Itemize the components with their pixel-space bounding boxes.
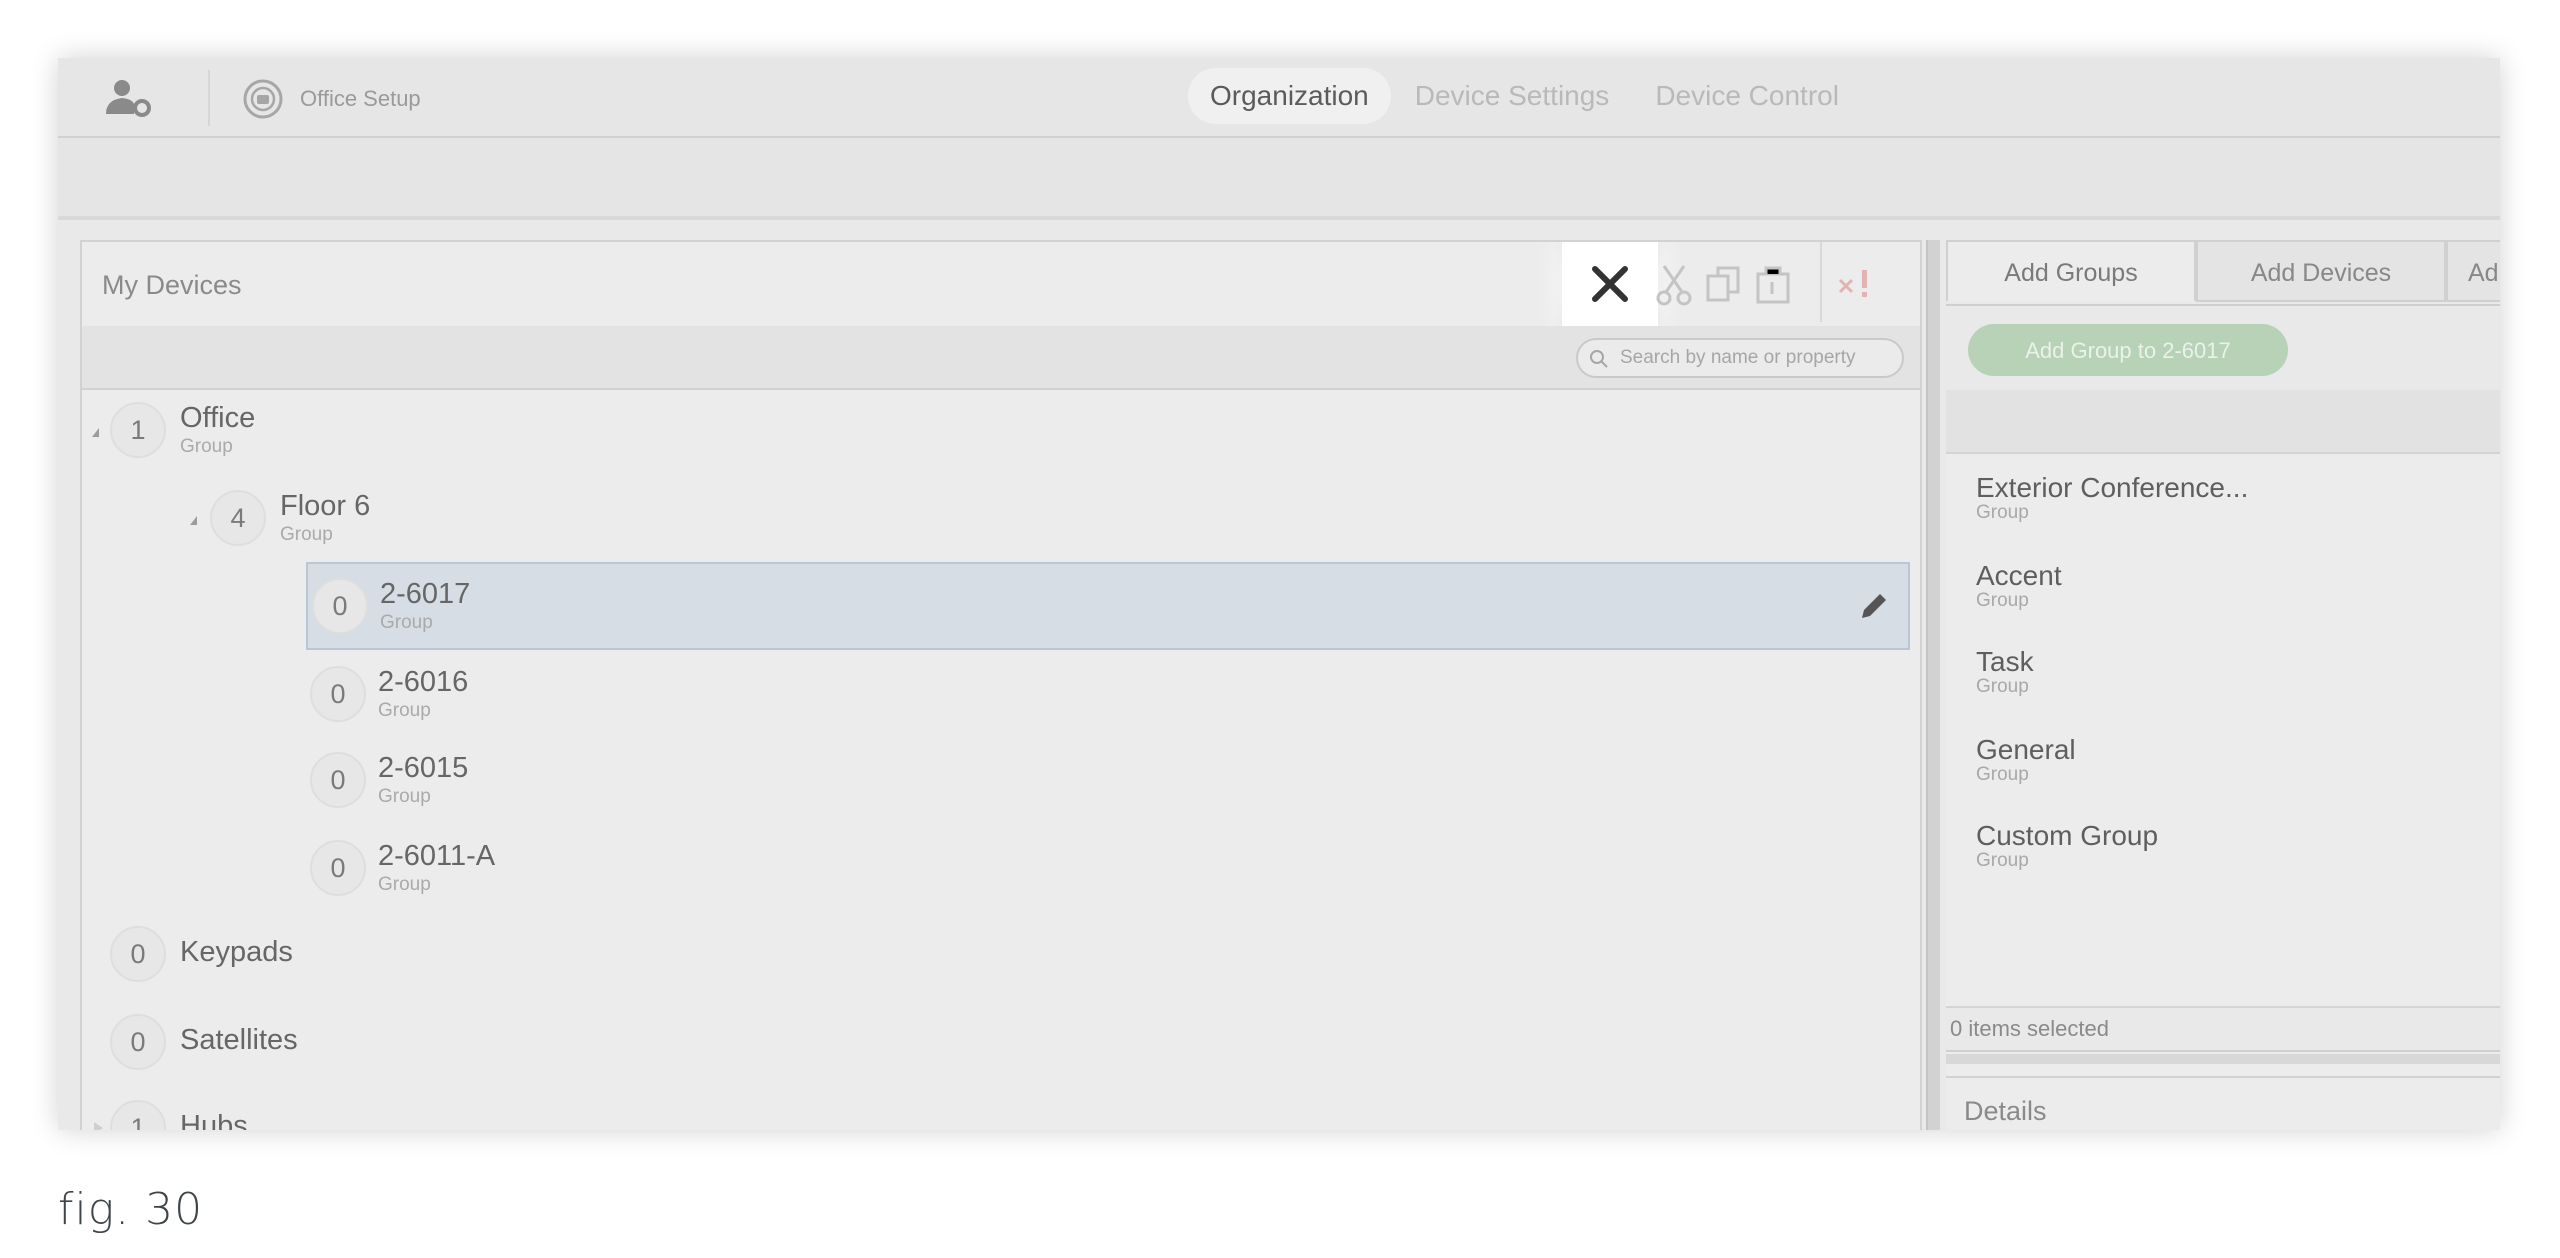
vertical-splitter[interactable] <box>1926 240 1940 1130</box>
selection-count: 0 items selected <box>1950 1016 2109 1041</box>
add-tabs: Add Groups Add Devices Ad <box>1946 240 2500 306</box>
group-name: Task <box>1976 646 2034 677</box>
close-icon <box>1592 266 1628 302</box>
node-name: 2-6016 <box>378 666 469 698</box>
tab-organization[interactable]: Organization <box>1188 68 1391 124</box>
node-type: Group <box>380 612 433 633</box>
node-type: Group <box>378 700 431 721</box>
office-icon[interactable] <box>242 78 284 120</box>
close-button[interactable] <box>1562 242 1658 326</box>
delete-icon[interactable] <box>1834 260 1878 308</box>
expand-caret[interactable] <box>190 516 197 525</box>
group-type: Group <box>1976 764 2029 785</box>
node-name: 2-6011-A <box>378 840 496 872</box>
group-name: Custom Group <box>1976 820 2159 851</box>
count-badge: 0 <box>310 752 366 808</box>
add-group-button[interactable]: Add Group to 2-6017 <box>1968 324 2288 376</box>
node-name: 2-6017 <box>380 578 471 610</box>
count-badge: 0 <box>310 840 366 896</box>
search-box <box>1576 338 1904 378</box>
tree-row-2-6017[interactable]: 0 2-6017 Group <box>306 562 1910 650</box>
toolbar-divider <box>208 70 210 126</box>
group-name: Exterior Conference... <box>1976 472 2249 503</box>
my-devices-panel: My Devices Search by name or property 1 … <box>80 240 1922 1130</box>
search-input[interactable] <box>1618 342 1892 374</box>
app-window: Office Setup Organization Device Setting… <box>58 58 2500 1130</box>
count-badge: 4 <box>210 490 266 546</box>
count-badge: 0 <box>312 578 368 634</box>
count-badge: 0 <box>110 926 166 982</box>
tab-add-more[interactable]: Ad <box>2446 240 2500 302</box>
group-name: General <box>1976 734 2076 765</box>
group-type: Group <box>1976 502 2029 523</box>
tree-row-office[interactable]: 1 Office Group <box>82 390 1920 470</box>
node-type: Group <box>378 874 431 895</box>
node-type: Group <box>280 524 333 545</box>
tab-add-devices[interactable]: Add Devices <box>2196 240 2446 302</box>
tree-row-floor-6[interactable]: 4 Floor 6 Group <box>82 478 1920 558</box>
toolbar-separator <box>1820 242 1822 322</box>
details-panel: Details 2-6017 <box>1946 1076 2500 1130</box>
count-badge: 1 <box>110 1100 166 1130</box>
count-badge: 1 <box>110 402 166 458</box>
list-item[interactable]: Custom Group Group <box>1976 820 2158 872</box>
group-name: Accent <box>1976 560 2062 591</box>
pencil-icon[interactable] <box>1856 588 1892 624</box>
node-name: Keypads <box>180 936 293 968</box>
node-type: Group <box>378 786 431 807</box>
expand-caret[interactable] <box>92 428 99 437</box>
tree-row-2-6015[interactable]: 0 2-6015 Group <box>306 740 1910 820</box>
search-row <box>82 326 1920 390</box>
group-type: Group <box>1976 676 2029 697</box>
tab-add-groups[interactable]: Add Groups <box>1946 240 2196 302</box>
tree-row-satellites[interactable]: 0 Satellites <box>82 1004 1920 1084</box>
list-item[interactable]: General Group <box>1976 734 2076 786</box>
tree-row-keypads[interactable]: 0 Keypads <box>82 916 1920 996</box>
panel-title: My Devices <box>102 270 242 300</box>
add-panel: Add Groups Add Devices Ad Add Group to 2… <box>1946 240 2500 1130</box>
node-name: Office <box>180 402 256 434</box>
horizontal-splitter[interactable] <box>1946 1054 2500 1064</box>
search-icon <box>1590 350 1608 368</box>
selection-status-bar: 0 items selected <box>1946 1006 2500 1052</box>
node-name: Floor 6 <box>280 490 371 522</box>
list-item[interactable]: Task Group <box>1976 646 2034 698</box>
tree-row-2-6011-a[interactable]: 0 2-6011-A Group <box>306 828 1910 908</box>
list-item[interactable]: Exterior Conference... Group <box>1976 472 2248 524</box>
node-name: 2-6015 <box>378 752 469 784</box>
sub-toolbar <box>58 138 2500 220</box>
list-header <box>1946 390 2500 454</box>
office-setup-label[interactable]: Office Setup <box>300 86 421 112</box>
figure-caption: fig. 30 <box>58 1184 204 1235</box>
tab-device-settings[interactable]: Device Settings <box>1393 68 1632 124</box>
main-nav-tabs: Organization Device Settings Device Cont… <box>1188 68 1863 124</box>
paste-icon[interactable] <box>1752 260 1796 308</box>
node-type: Group <box>180 436 233 457</box>
list-item[interactable]: Accent Group <box>1976 560 2062 612</box>
tree-row-hubs[interactable]: 1 Hubs <box>82 1090 1920 1130</box>
count-badge: 0 <box>110 1014 166 1070</box>
tree-row-2-6016[interactable]: 0 2-6016 Group <box>306 654 1910 734</box>
user-settings-icon[interactable] <box>102 78 162 118</box>
details-title: Details <box>1964 1096 2047 1126</box>
tab-device-control[interactable]: Device Control <box>1633 68 1861 124</box>
node-name: Satellites <box>180 1024 298 1056</box>
group-type: Group <box>1976 590 2029 611</box>
count-badge: 0 <box>310 666 366 722</box>
collapsed-caret[interactable] <box>94 1122 103 1130</box>
group-type: Group <box>1976 850 2029 871</box>
top-bar: Office Setup Organization Device Setting… <box>58 58 2500 138</box>
node-name: Hubs <box>180 1110 248 1130</box>
cut-icon[interactable] <box>1652 260 1696 308</box>
copy-icon[interactable] <box>1702 260 1746 308</box>
